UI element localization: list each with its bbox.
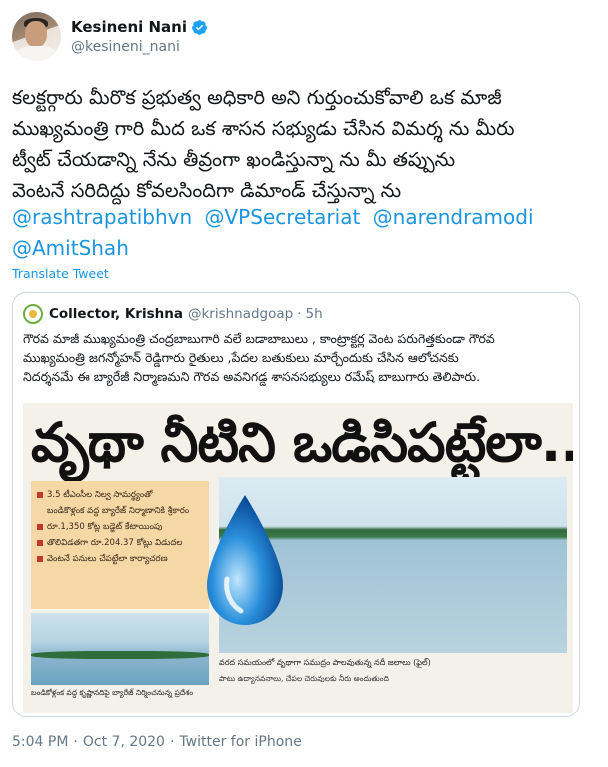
quoted-separator: ·: [297, 306, 302, 322]
quoted-timestamp: 5h: [305, 306, 323, 322]
meta-separator: ·: [169, 734, 175, 750]
bullet-icon: [37, 492, 43, 498]
bullet-icon: [37, 540, 43, 546]
verified-badge-icon: [192, 19, 207, 35]
quoted-tweet[interactable]: Collector, Krishna @krishnadgoap · 5h గౌ…: [12, 292, 580, 717]
quoted-author-display-name: Collector, Krishna: [49, 306, 183, 322]
meta-separator: ·: [73, 734, 78, 750]
quoted-tweet-body: గౌరవ మాజీ ముఖ్యమంత్రి చంద్రబాబుగారి వలే …: [23, 329, 571, 386]
clipping-bullet: బండికొళ్లంక వద్ద బ్యారేజ్ నిర్మాణానికి శ…: [47, 506, 190, 516]
bullet-icon: [37, 524, 43, 530]
mention-link[interactable]: @VPSecretariat: [205, 205, 361, 229]
newspaper-clipping-image[interactable]: వృథా నీటిని ఒడిసిపట్టేలా.. 3.5 టీఎంసీల న…: [23, 403, 573, 713]
tweet-date[interactable]: Oct 7, 2020: [83, 734, 165, 750]
author-avatar[interactable]: [12, 12, 61, 61]
clipping-bullet: తొలివిడతగా రూ.204.37 కోట్లు విడుదల: [37, 535, 203, 551]
mention-link[interactable]: @AmitShah: [12, 236, 129, 260]
bullet-icon: [37, 556, 43, 562]
quoted-author-handle: @krishnadgoap: [187, 306, 294, 322]
author-display-name-row[interactable]: Kesineni Nani: [71, 18, 208, 36]
author-display-name[interactable]: Kesineni Nani: [71, 18, 187, 36]
author-handle[interactable]: @kesineni_nani: [71, 39, 208, 55]
clipping-bullet: 3.5 టీఎంసీల నిల్వ సామర్థ్యంతో: [37, 487, 203, 503]
clipping-bullet: వెంటనే పనులు చేపట్టేలా కార్యాచరణ: [37, 551, 203, 567]
tweet-time[interactable]: 5:04 PM: [12, 734, 68, 750]
quoted-line: నిదర్శనమే ఈ బ్యారేజీ నిర్మాణమని గౌరవ అవన…: [23, 369, 481, 384]
quoted-tweet-header: Collector, Krishna @krishnadgoap · 5h: [23, 304, 323, 324]
tweet-line: ట్వీట్ చేయడాన్ని నేను తీవ్రంగా ఖండిస్తున…: [12, 148, 456, 171]
clipping-caption-right: వరద సమయంలో వృథాగా సముద్రం పాలవుతున్న నదీ…: [219, 658, 431, 667]
quoted-author-avatar: [23, 304, 43, 324]
quoted-line: ముఖ్యమంత్రి జగన్మోహన్ రెడ్డిగారు రైతులు …: [23, 350, 459, 365]
river-photo-small: [31, 613, 209, 685]
tweet-line: కలక్టర్గారు మీరొక ప్రభుత్వ అధికారి అని గ…: [12, 86, 502, 109]
tweet-line: ముఖ్యమంత్రి గారి మీద ఒక శాసన సభ్యుడు చేస…: [12, 117, 515, 140]
tweet-mentions: @rashtrapatibhvn @VPSecretariat @narendr…: [12, 202, 597, 264]
tweet-metadata: 5:04 PM · Oct 7, 2020 · Twitter for iPho…: [12, 734, 307, 750]
clipping-caption-left: బండికోళ్లంక వద్ద కృష్ణానదిపై బ్యారేజ్ ని…: [31, 688, 194, 697]
clipping-body-text: పాటు ఉద్యానవనాలు, చేపల చెరువులకు నీరు అం…: [219, 674, 389, 683]
translate-tweet-link[interactable]: Translate Tweet: [12, 266, 109, 281]
author-names: Kesineni Nani @kesineni_nani: [71, 18, 208, 55]
tweet-source[interactable]: Twitter for iPhone: [179, 734, 301, 750]
tweet-header: Kesineni Nani @kesineni_nani: [12, 12, 208, 61]
water-drop-icon: [207, 495, 283, 625]
mention-link[interactable]: @rashtrapatibhvn: [12, 205, 192, 229]
quoted-line: గౌరవ మాజీ ముఖ్యమంత్రి చంద్రబాబుగారి వలే …: [23, 331, 495, 346]
clipping-bullet: రూ.1,350 కోట్ల బడ్జెట్ కేటాయింపు: [37, 519, 203, 535]
mention-link[interactable]: @narendramodi: [373, 205, 534, 229]
tweet-body: కలక్టర్గారు మీరొక ప్రభుత్వ అధికారి అని గ…: [12, 82, 597, 206]
clipping-bullet-box: 3.5 టీఎంసీల నిల్వ సామర్థ్యంతో బండికొళ్లం…: [31, 481, 209, 609]
